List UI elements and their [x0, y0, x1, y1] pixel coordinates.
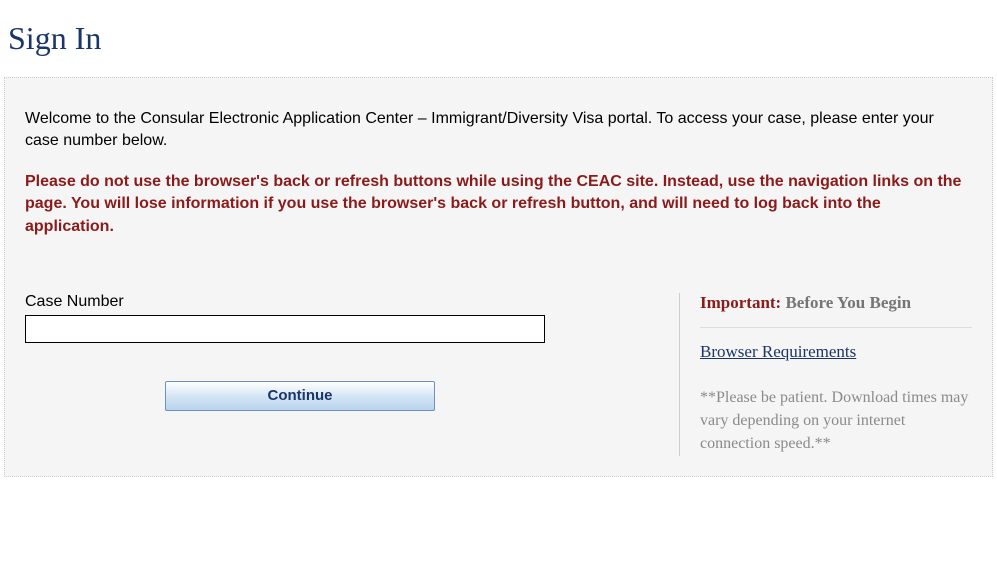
- sidebar-important-heading: Important: Before You Begin: [700, 293, 972, 328]
- button-wrap: Continue: [25, 381, 659, 411]
- continue-button[interactable]: Continue: [165, 381, 435, 411]
- form-left-column: Case Number Continue: [25, 293, 680, 456]
- warning-text: Please do not use the browser's back or …: [25, 171, 972, 238]
- important-prefix: Important:: [700, 293, 781, 312]
- page-title: Sign In: [0, 0, 997, 77]
- form-row: Case Number Continue Important: Before Y…: [25, 293, 972, 456]
- sidebar-column: Important: Before You Begin Browser Requ…: [680, 293, 972, 456]
- welcome-text: Welcome to the Consular Electronic Appli…: [25, 108, 972, 153]
- browser-requirements-link[interactable]: Browser Requirements: [700, 342, 972, 362]
- important-rest: Before You Begin: [781, 293, 911, 312]
- case-number-label: Case Number: [25, 293, 659, 311]
- case-number-input[interactable]: [25, 315, 545, 343]
- content-panel: Welcome to the Consular Electronic Appli…: [4, 77, 993, 477]
- sidebar-note: **Please be patient. Download times may …: [700, 386, 972, 456]
